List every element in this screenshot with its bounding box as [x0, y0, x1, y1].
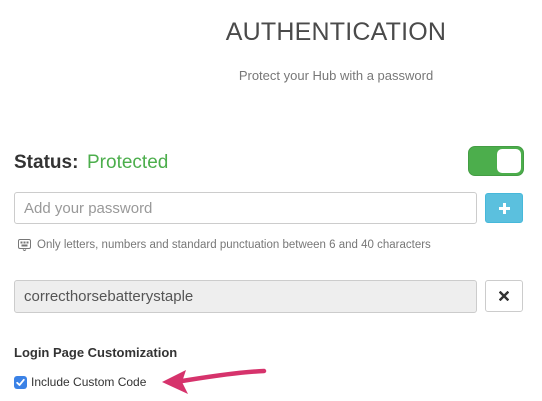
include-custom-code-option[interactable]: Include Custom Code	[14, 375, 146, 389]
status-row: Status: Protected	[14, 146, 524, 180]
annotation-arrow-icon	[162, 368, 267, 394]
status-label: Status:	[14, 152, 79, 173]
close-icon	[499, 291, 509, 301]
status-value: Protected	[87, 152, 169, 173]
page-subtitle: Protect your Hub with a password	[238, 68, 434, 83]
plus-icon	[498, 202, 510, 214]
include-custom-code-checkbox[interactable]	[14, 375, 27, 389]
password-hint: Only letters, numbers and standard punct…	[18, 238, 431, 251]
keyboard-icon	[18, 239, 31, 251]
page-title: AUTHENTICATION	[225, 18, 447, 46]
add-password-button[interactable]	[485, 193, 523, 223]
remove-password-button[interactable]	[485, 280, 523, 312]
hint-text: Only letters, numbers and standard punct…	[37, 238, 431, 251]
password-input[interactable]	[14, 192, 477, 224]
toggle-knob	[497, 149, 521, 173]
customization-heading: Login Page Customization	[14, 345, 178, 360]
checkbox-label: Include Custom Code	[31, 375, 147, 389]
protection-toggle[interactable]	[468, 146, 524, 176]
current-password-field: correcthorsebatterystaple	[14, 280, 477, 313]
authentication-page: AUTHENTICATION Protect your Hub with a p…	[0, 0, 542, 401]
checkmark-icon	[16, 378, 25, 386]
